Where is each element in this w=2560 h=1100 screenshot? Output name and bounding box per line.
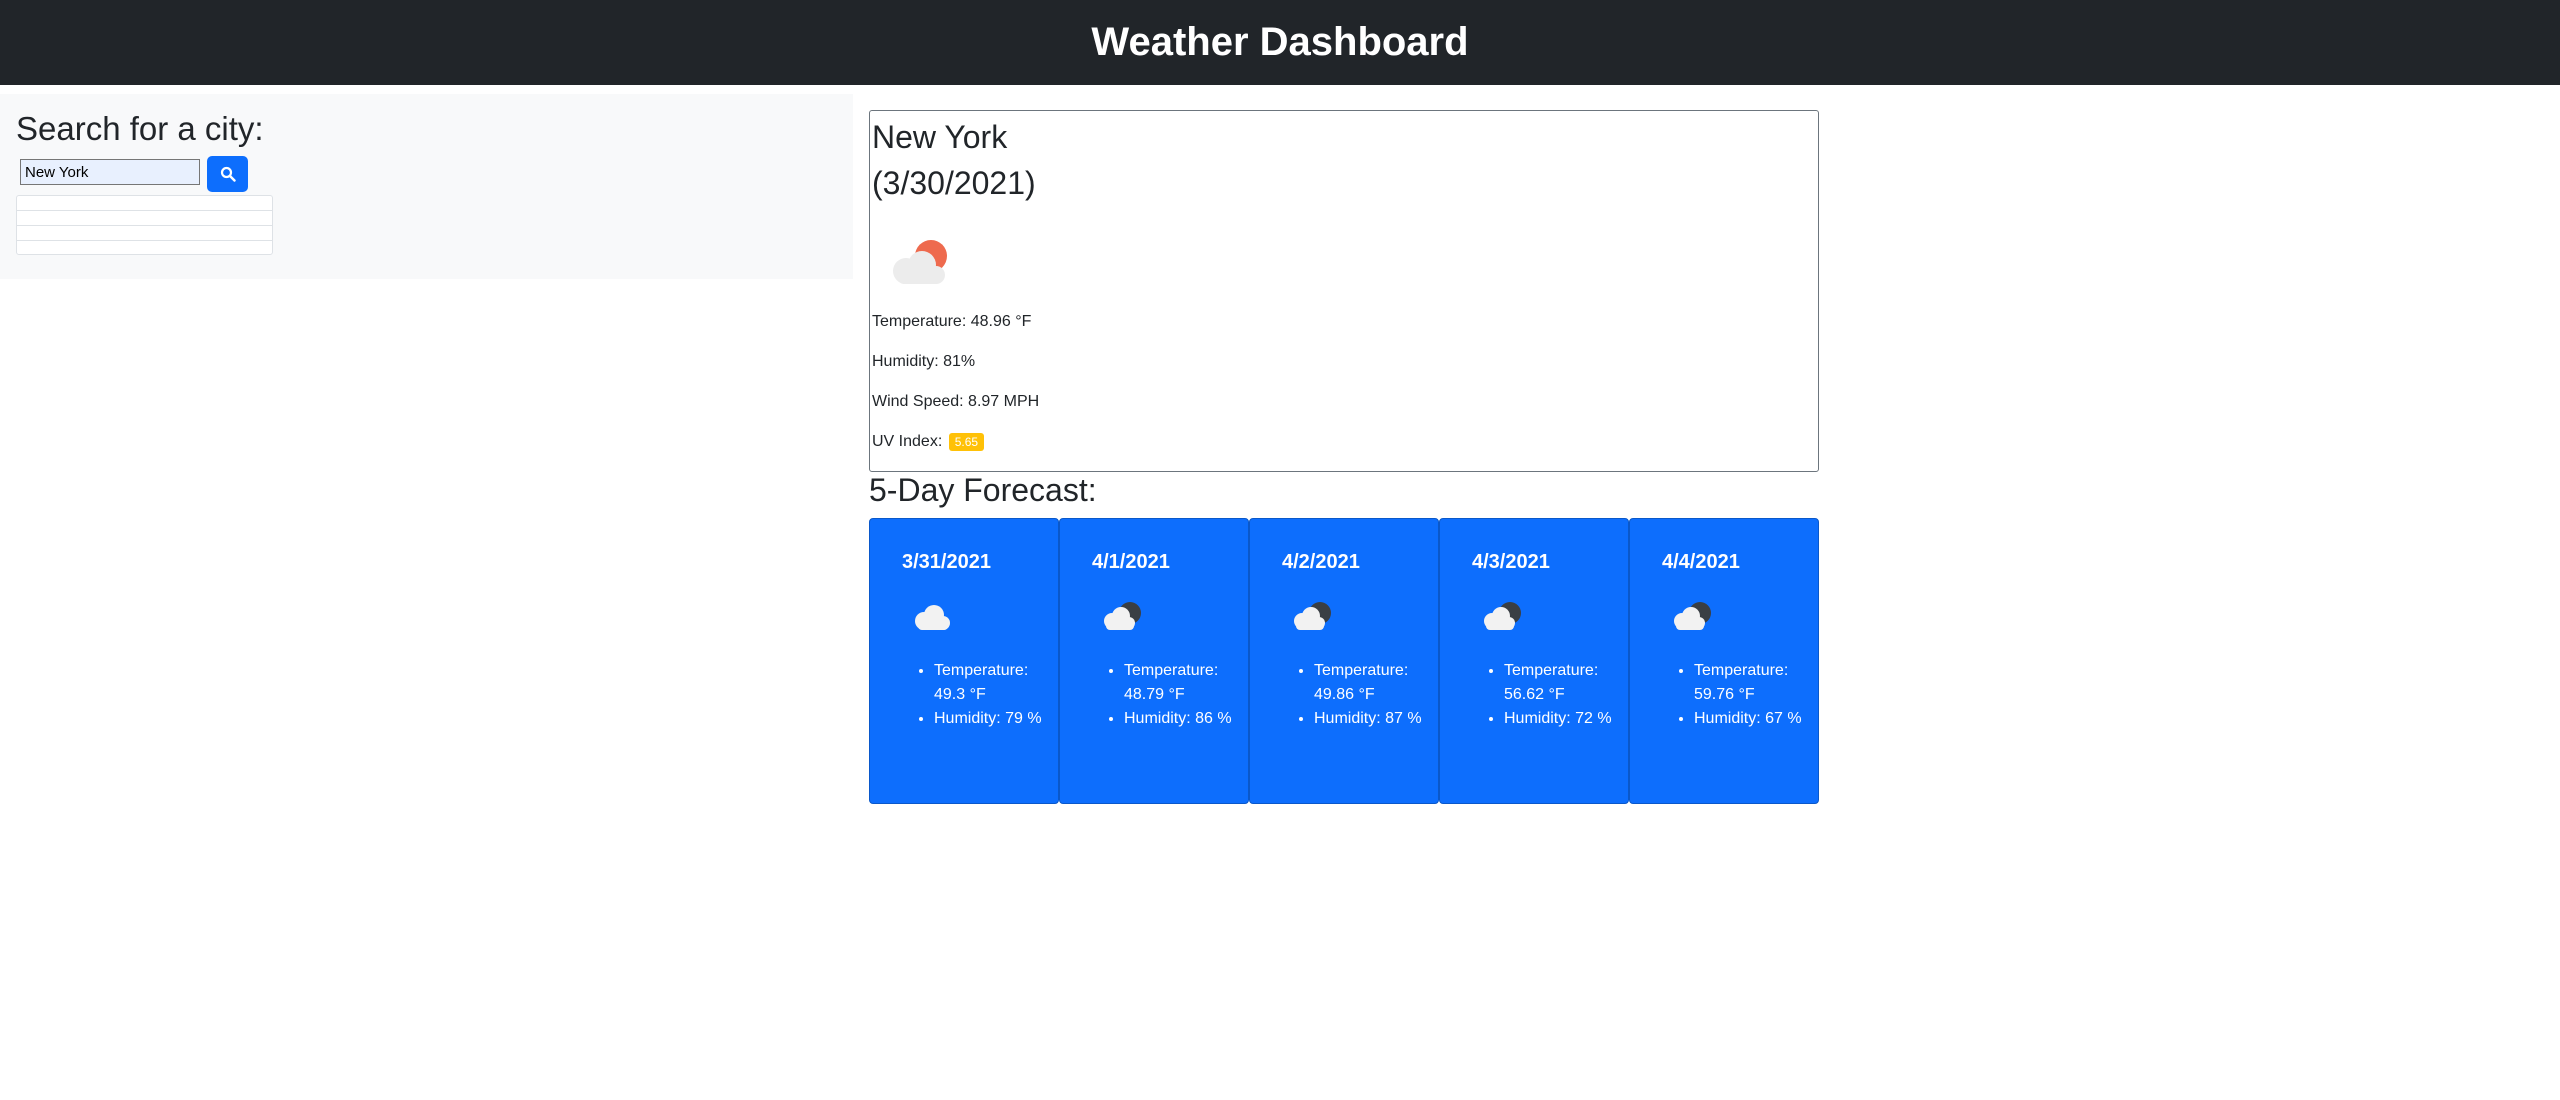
forecast-temperature: Temperature: 56.62 °F [1504, 659, 1624, 707]
forecast-title: 5-Day Forecast: [869, 472, 1097, 508]
cloud-moon-icon [1104, 602, 1141, 630]
forecast-date: 4/2/2021 [1282, 551, 1360, 573]
city-search-input[interactable] [20, 159, 200, 185]
search-history-list [16, 195, 273, 255]
cloud-moon-icon [1674, 602, 1711, 630]
uv-index-label: UV Index: [872, 433, 943, 451]
forecast-row: 3/31/2021 Temperature: 49.3 °F Humidity:… [869, 518, 1819, 804]
forecast-temperature: Temperature: 49.86 °F [1314, 659, 1434, 707]
forecast-humidity: Humidity: 67 % [1694, 707, 1814, 731]
forecast-date: 4/3/2021 [1472, 551, 1550, 573]
forecast-details: Temperature: 48.79 °F Humidity: 86 % [1092, 659, 1244, 731]
forecast-humidity: Humidity: 72 % [1504, 707, 1624, 731]
forecast-card: 4/1/2021 Temperature: 48.79 °F Humidity:… [1059, 518, 1249, 804]
search-title: Search for a city: [16, 110, 264, 147]
partly-cloudy-sun-icon [893, 240, 947, 284]
forecast-date: 4/4/2021 [1662, 551, 1740, 573]
current-uv-row: UV Index: 5.65 [872, 433, 985, 451]
forecast-card: 3/31/2021 Temperature: 49.3 °F Humidity:… [869, 518, 1059, 804]
current-humidity: Humidity: 81% [872, 353, 976, 370]
current-wind-speed: Wind Speed: 8.97 MPH [872, 393, 1040, 410]
search-button[interactable] [207, 156, 248, 192]
history-item[interactable] [16, 210, 273, 225]
forecast-humidity: Humidity: 87 % [1314, 707, 1434, 731]
current-weather-card: New York (3/30/2021) Temperature: 48.96 … [869, 110, 1819, 472]
forecast-temperature: Temperature: 49.3 °F [934, 659, 1054, 707]
cloud-icon [915, 605, 950, 630]
current-city-name: New York [872, 119, 1008, 155]
current-date: (3/30/2021) [872, 165, 1036, 201]
forecast-date: 4/1/2021 [1092, 551, 1170, 573]
forecast-temperature: Temperature: 48.79 °F [1124, 659, 1244, 707]
history-item[interactable] [16, 225, 273, 240]
forecast-temperature: Temperature: 59.76 °F [1694, 659, 1814, 707]
forecast-card: 4/4/2021 Temperature: 59.76 °F Humidity:… [1629, 518, 1819, 804]
search-panel: Search for a city: [0, 94, 853, 279]
forecast-card: 4/2/2021 Temperature: 49.86 °F Humidity:… [1249, 518, 1439, 804]
cloud-moon-icon [1294, 602, 1331, 630]
forecast-humidity: Humidity: 79 % [934, 707, 1054, 731]
page-title: Weather Dashboard [1091, 20, 1469, 64]
page-header: Weather Dashboard [0, 0, 2560, 85]
forecast-date: 3/31/2021 [902, 551, 991, 573]
history-item[interactable] [16, 195, 273, 210]
uv-index-badge: 5.65 [948, 433, 985, 451]
current-temperature: Temperature: 48.96 °F [872, 313, 1032, 330]
forecast-details: Temperature: 59.76 °F Humidity: 67 % [1662, 659, 1814, 731]
search-icon [220, 166, 236, 182]
history-item[interactable] [16, 240, 273, 255]
forecast-details: Temperature: 49.86 °F Humidity: 87 % [1282, 659, 1434, 731]
cloud-moon-icon [1484, 602, 1521, 630]
forecast-card: 4/3/2021 Temperature: 56.62 °F Humidity:… [1439, 518, 1629, 804]
forecast-details: Temperature: 56.62 °F Humidity: 72 % [1472, 659, 1624, 731]
forecast-details: Temperature: 49.3 °F Humidity: 79 % [902, 659, 1054, 731]
forecast-humidity: Humidity: 86 % [1124, 707, 1244, 731]
